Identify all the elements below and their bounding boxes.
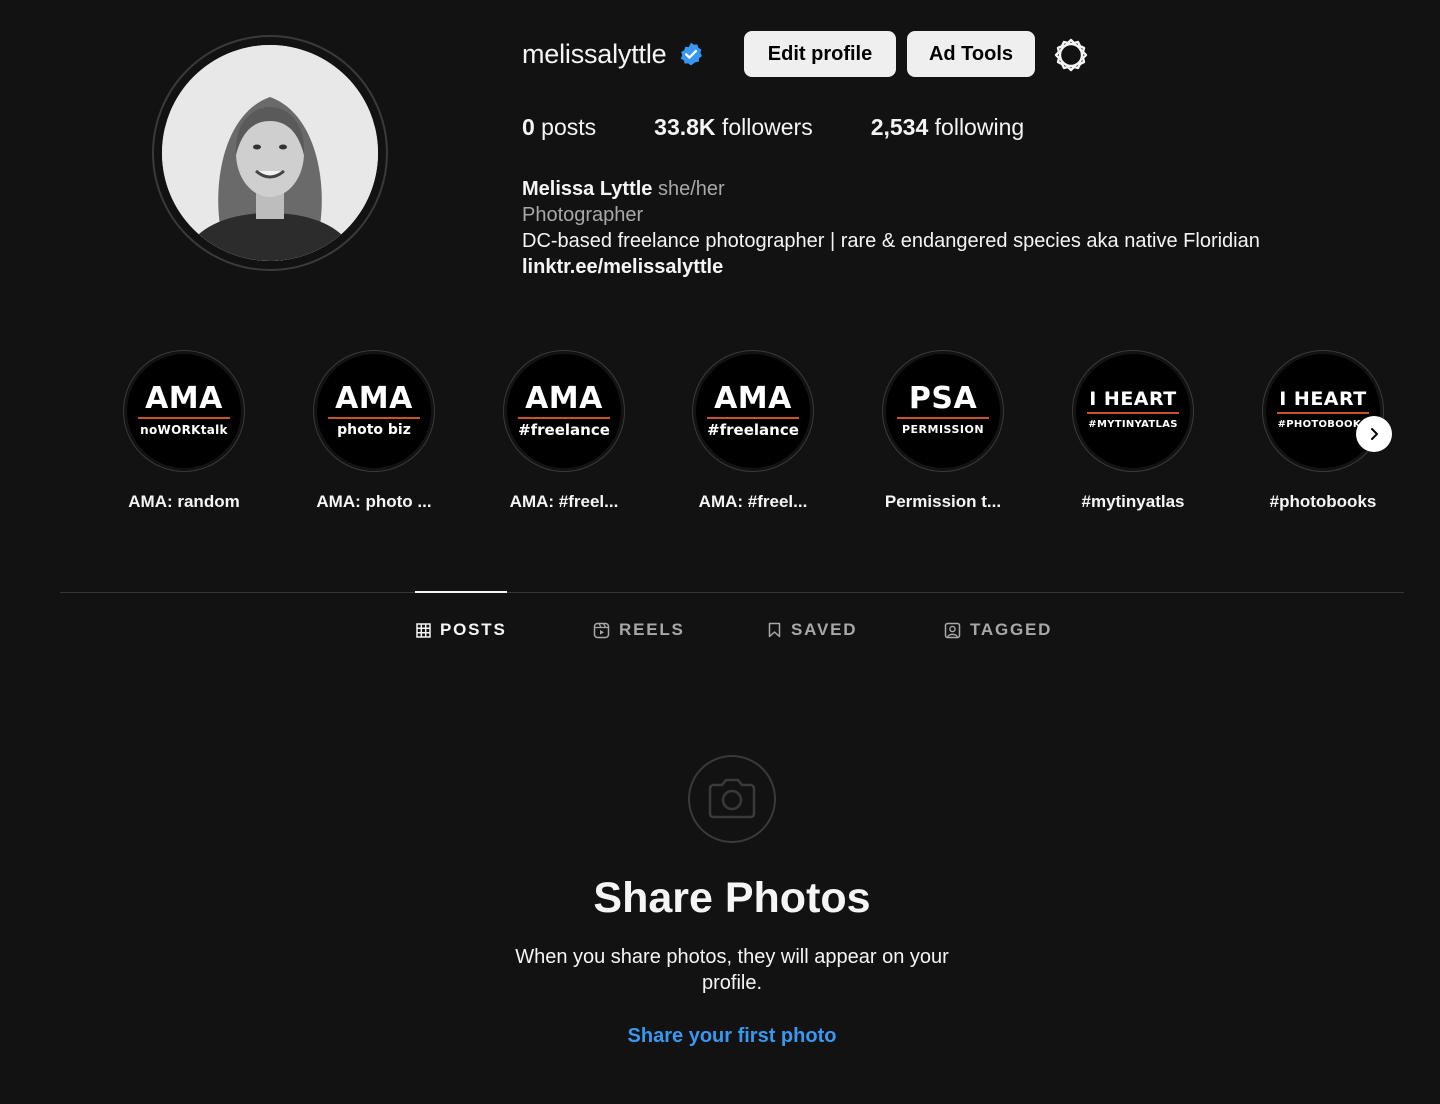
highlight-cover: PSA PERMISSION	[886, 354, 1000, 468]
bio-link[interactable]: linktr.ee/melissalyttle	[522, 256, 723, 278]
grid-icon	[416, 622, 431, 638]
avatar-photo	[162, 45, 378, 261]
profile-bio: Melissa Lyttle she/her Photographer DC-b…	[522, 176, 1260, 280]
highlight-label: AMA: photo ...	[316, 492, 432, 511]
edit-profile-button[interactable]: Edit profile	[744, 31, 896, 77]
active-tab-indicator	[415, 591, 507, 593]
highlights-next-button[interactable]	[1356, 416, 1392, 452]
highlight-cover-rule	[1087, 412, 1179, 414]
empty-state-text: When you share photos, they will appear …	[515, 946, 949, 994]
highlight-cover-rule	[138, 417, 230, 419]
highlight-cover: AMA photo biz	[317, 354, 431, 468]
highlight-cover-subtitle: #PHOTOBOOKS	[1277, 419, 1369, 430]
chevron-right-icon	[1371, 428, 1378, 440]
bio-text: DC-based freelance photographer | rare &…	[522, 230, 1260, 252]
highlight-label: AMA: random	[128, 492, 240, 511]
highlight-cover-subtitle: #MYTINYATLAS	[1088, 419, 1178, 430]
tab-saved[interactable]: SAVED	[767, 620, 857, 640]
highlight-ring: AMA noWORKtalk	[123, 350, 245, 472]
avatar-ring[interactable]	[152, 35, 388, 271]
highlight-cover: AMA noWORKtalk	[127, 354, 241, 468]
highlight-cover-title: AMA	[714, 381, 792, 416]
highlight-cover-subtitle: #freelance	[707, 421, 799, 439]
share-first-photo-link[interactable]: Share your first photo	[0, 1025, 1440, 1048]
highlight-ring: AMA #freelance	[503, 350, 625, 472]
tab-reels-label: REELS	[619, 620, 685, 639]
camera-ring	[688, 755, 776, 843]
highlight-cover-title: AMA	[145, 381, 223, 416]
stat-posts-label: posts	[534, 114, 597, 140]
ad-tools-button[interactable]: Ad Tools	[907, 31, 1035, 77]
highlight-item[interactable]: PSA PERMISSION Permission t...	[863, 350, 1023, 512]
highlight-cover-subtitle: PERMISSION	[901, 423, 985, 436]
highlight-label: AMA: #freel...	[698, 492, 808, 511]
highlight-ring: I HEART #MYTINYATLAS	[1072, 350, 1194, 472]
category: Photographer	[522, 204, 644, 226]
stat-following-count: 2,534	[870, 114, 929, 140]
highlight-cover-rule	[518, 417, 610, 419]
highlight-ring: AMA photo biz	[313, 350, 435, 472]
username: melissalyttle	[522, 38, 667, 69]
display-name: Melissa Lyttle	[522, 178, 653, 200]
pronouns: she/her	[652, 178, 725, 200]
highlight-cover-title: I HEART	[1089, 388, 1177, 410]
empty-state-title: Share Photos	[593, 874, 871, 922]
highlight-label: #photobooks	[1269, 492, 1377, 511]
stat-following-label: following	[928, 114, 1025, 140]
highlight-cover-rule	[707, 417, 799, 419]
highlight-cover: AMA #freelance	[696, 354, 810, 468]
camera-icon	[708, 778, 756, 819]
story-highlights: AMA noWORKtalk AMA: random AMA photo biz…	[104, 350, 1424, 520]
verified-badge-icon	[681, 42, 703, 66]
highlight-cover-title: PSA	[908, 381, 978, 416]
tab-tagged-label: TAGGED	[970, 620, 1053, 639]
stat-following[interactable]: 2,534 following	[871, 114, 1024, 141]
reels-icon	[593, 622, 610, 638]
username-row: melissalyttle	[522, 31, 704, 77]
highlight-item[interactable]: AMA #freelance AMA: #freel...	[484, 350, 644, 512]
tab-reels[interactable]: REELS	[593, 620, 685, 640]
highlight-item[interactable]: AMA #freelance AMA: #freel...	[673, 350, 833, 512]
bookmark-icon	[768, 622, 781, 638]
highlight-cover-rule	[897, 417, 989, 419]
highlight-label: #mytinyatlas	[1081, 492, 1185, 511]
tab-tagged[interactable]: TAGGED	[944, 620, 1052, 640]
settings-gear-icon[interactable]	[1053, 37, 1089, 73]
highlight-cover-subtitle: noWORKtalk	[140, 423, 228, 437]
highlight-cover-subtitle: #freelance	[518, 421, 610, 439]
highlight-cover-rule	[1277, 412, 1369, 414]
tagged-user-icon	[944, 622, 961, 638]
tabs-divider	[60, 592, 1404, 593]
profile-tabs: POSTS REELS SAVED TAGGED	[0, 620, 1440, 644]
highlight-cover-title: I HEART	[1279, 388, 1367, 410]
tab-saved-label: SAVED	[791, 620, 858, 639]
profile-page: melissalyttle Edit profile Ad Tools 0 po…	[0, 0, 1440, 1104]
highlight-cover: AMA #freelance	[507, 354, 621, 468]
stat-followers-label: followers	[715, 114, 813, 140]
highlight-ring: I HEART #PHOTOBOOKS	[1262, 350, 1384, 472]
stat-followers[interactable]: 33.8K followers	[654, 114, 813, 141]
highlight-label: AMA: #freel...	[509, 492, 619, 511]
highlight-item[interactable]: I HEART #MYTINYATLAS #mytinyatlas	[1053, 350, 1213, 512]
stat-posts: 0 posts	[522, 114, 596, 141]
highlight-cover-title: AMA	[525, 381, 603, 416]
avatar[interactable]	[162, 45, 378, 261]
bio-name-line: Melissa Lyttle she/her	[522, 176, 1260, 202]
highlight-cover-rule	[328, 417, 420, 419]
highlight-ring: PSA PERMISSION	[882, 350, 1004, 472]
highlight-cover-subtitle: photo biz	[337, 422, 411, 438]
highlight-cover: I HEART #PHOTOBOOKS	[1266, 354, 1380, 468]
highlight-ring: AMA #freelance	[692, 350, 814, 472]
highlight-cover: I HEART #MYTINYATLAS	[1076, 354, 1190, 468]
tab-posts-label: POSTS	[440, 620, 507, 639]
highlight-cover-title: AMA	[335, 381, 413, 416]
stat-followers-count: 33.8K	[654, 114, 716, 140]
stat-posts-count: 0	[522, 114, 535, 140]
tab-posts[interactable]: POSTS	[416, 620, 507, 640]
highlight-label: Permission t...	[884, 492, 1002, 511]
highlight-item[interactable]: AMA noWORKtalk AMA: random	[104, 350, 264, 512]
profile-stats: 0 posts 33.8K followers 2,534 following	[522, 114, 1082, 141]
highlight-item[interactable]: AMA photo biz AMA: photo ...	[294, 350, 454, 512]
